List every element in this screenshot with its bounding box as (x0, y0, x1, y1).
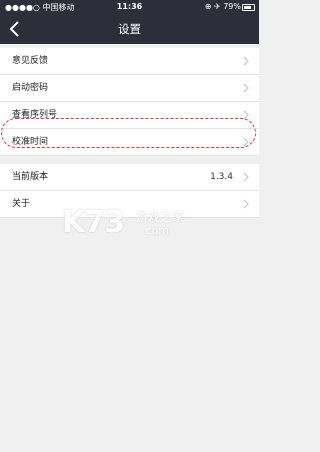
watermark-text: 游戏之家 (136, 210, 185, 224)
chevron-right-icon (243, 199, 249, 209)
chevron-right-icon (243, 172, 249, 182)
battery-icon (242, 4, 255, 11)
status-bar: ●●●●○ 中国移动 11:36 ⊕ ✈ 79% (0, 0, 259, 14)
row-label: 启动密码 (12, 83, 49, 93)
chevron-right-icon (243, 56, 249, 66)
nav-bar: 设置 (0, 14, 259, 44)
version-value: 1.3.4 (210, 172, 233, 182)
watermark-logo: K73 游戏之家 .com (62, 205, 212, 245)
battery-status: ⊕ ✈ 79% (204, 2, 241, 11)
watermark-brand: K73 (62, 205, 125, 240)
row-label: 关于 (12, 199, 31, 209)
highlight-annotation (1, 118, 256, 148)
row-current-version[interactable]: 当前版本 1.3.4 (0, 164, 259, 191)
page-title: 设置 (118, 22, 141, 36)
row-startup-password[interactable]: 启动密码 (0, 75, 259, 102)
group-separator (0, 156, 259, 164)
watermark-domain: .com (142, 224, 169, 237)
row-label: 意见反馈 (12, 56, 49, 66)
row-label: 当前版本 (12, 172, 49, 182)
chevron-right-icon (243, 83, 249, 93)
row-feedback[interactable]: 意见反馈 (0, 48, 259, 75)
